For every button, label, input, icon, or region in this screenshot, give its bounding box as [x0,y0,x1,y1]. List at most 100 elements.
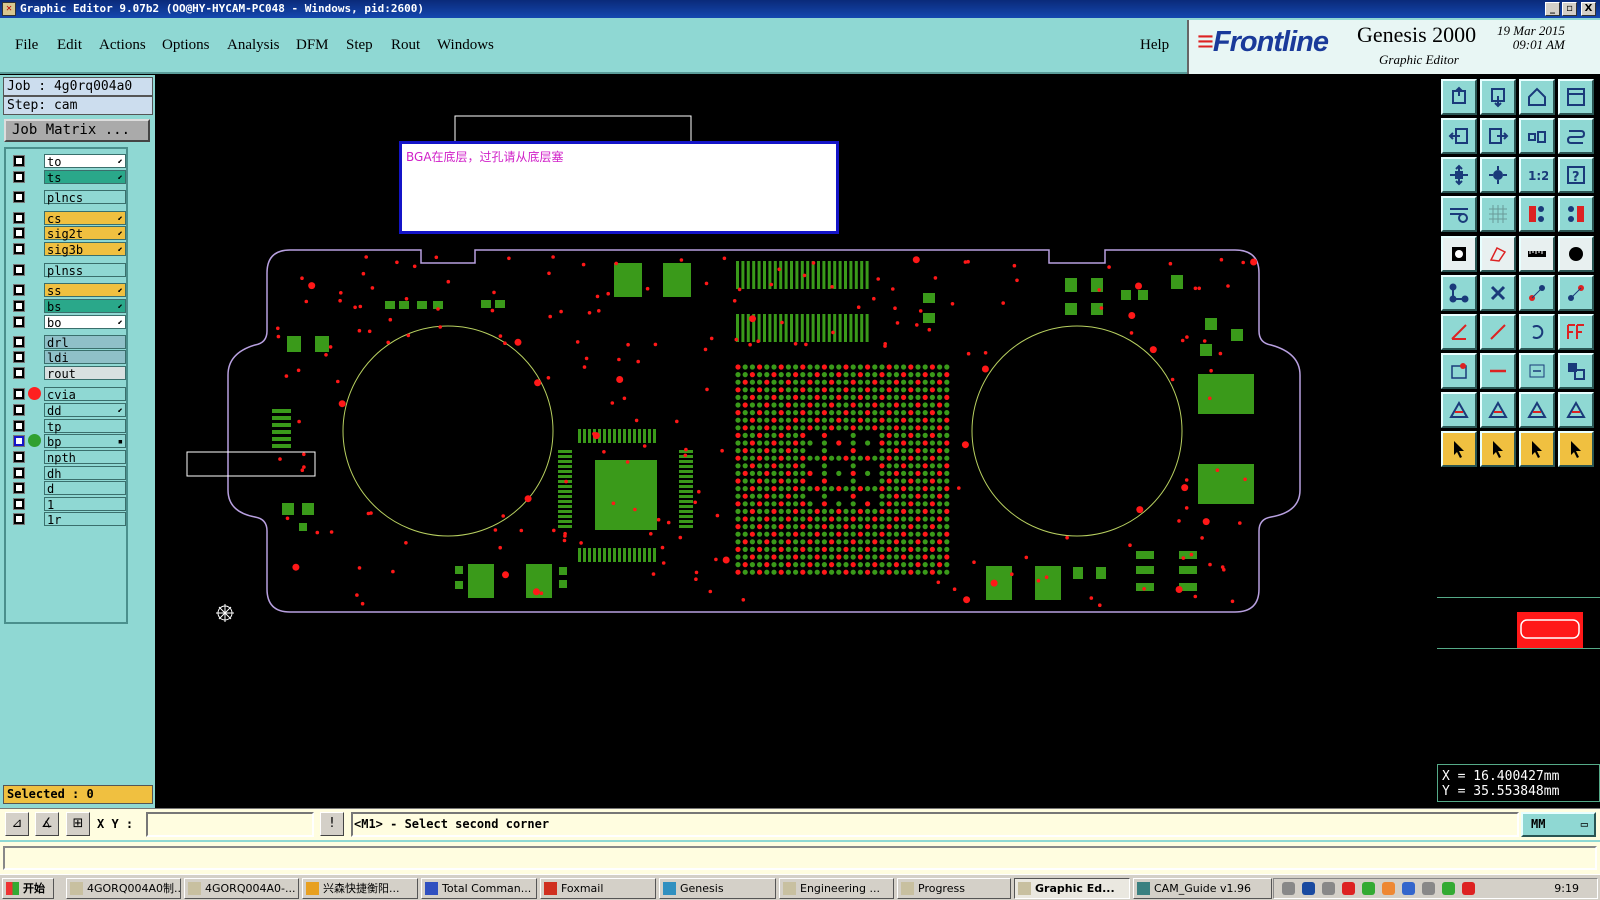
pointer-tool-button[interactable] [1441,431,1477,467]
tray-icon[interactable] [1462,882,1475,895]
line-tool-button[interactable] [1480,236,1516,272]
copy-tool-button[interactable] [1558,353,1594,389]
layer-checkbox[interactable] [13,243,25,255]
slash-tool-button[interactable] [1480,314,1516,350]
tray-icon[interactable] [1382,882,1395,895]
units-button[interactable]: MM ▭ [1521,812,1596,837]
ruler-tool-button[interactable] [1519,236,1555,272]
menu-edit[interactable]: Edit [57,37,82,54]
menu-analysis[interactable]: Analysis [227,37,280,54]
taskbar-item[interactable]: Graphic Ed... [1014,878,1130,899]
pointer-4-tool-button[interactable] [1558,431,1594,467]
menu-actions[interactable]: Actions [99,37,146,54]
angle-tool-button[interactable] [1441,314,1477,350]
pad-tool-button[interactable] [1441,236,1477,272]
redraw-tool-button[interactable] [1558,118,1594,154]
taskbar-item[interactable]: 兴森快捷衡阳... [302,878,418,899]
cross-tool-button[interactable] [1480,275,1516,311]
open-step-tool-button[interactable] [1441,79,1477,115]
angle-snap-icon[interactable]: ∡ [35,812,59,836]
grid-snap-icon[interactable]: ⊞ [66,812,90,836]
net-2-tool-button[interactable] [1558,196,1594,232]
home-tool-button[interactable] [1519,79,1555,115]
layer-checkbox[interactable] [13,227,25,239]
taskbar-item[interactable]: CAM_Guide v1.96 [1133,878,1272,899]
layer-row[interactable]: dh [8,466,128,481]
pointer-3-tool-button[interactable] [1519,431,1555,467]
layer-name[interactable]: bo ⬋ [44,315,126,330]
menu-help[interactable]: Help [1140,37,1169,54]
measure-tool-button[interactable] [1441,196,1477,232]
tray-icon[interactable] [1402,882,1415,895]
tray-icon[interactable] [1442,882,1455,895]
layer-row[interactable]: bp ▪ [8,434,128,449]
layer-row[interactable]: npth [8,450,128,465]
triangle-4-tool-button[interactable] [1558,392,1594,428]
taskbar-item[interactable]: Genesis [659,878,776,899]
layer-name[interactable]: 1r [44,512,126,527]
taskbar-item[interactable]: Foxmail [540,878,656,899]
menu-step[interactable]: Step [346,37,373,54]
taskbar-item[interactable]: Progress [897,878,1011,899]
layer-name[interactable]: cvia [44,387,126,402]
layer-row[interactable]: ss ⬋ [8,283,128,298]
layer-row[interactable]: tp [8,419,128,434]
window-tool-button[interactable] [1558,79,1594,115]
layer-checkbox[interactable] [13,351,25,363]
layer-checkbox[interactable] [13,482,25,494]
fit-tool-button[interactable] [1441,157,1477,193]
minimize-button[interactable]: _ [1545,2,1560,16]
layer-name[interactable]: ldi [44,350,126,365]
layer-checkbox[interactable] [13,435,25,447]
triangle-tool-button[interactable] [1441,392,1477,428]
taskbar-item[interactable]: Engineering ... [779,878,894,899]
layer-row[interactable]: plncs [8,190,128,205]
layer-checkbox[interactable] [13,300,25,312]
layer-name[interactable]: dh [44,466,126,481]
tray-icon[interactable] [1362,882,1375,895]
layer-row[interactable]: bs ⬋ [8,299,128,314]
layer-row[interactable]: plnss [8,263,128,278]
layer-checkbox[interactable] [13,498,25,510]
ratio-tool-button[interactable]: 1:2 [1519,157,1555,193]
layer-name[interactable]: cs ⬋ [44,211,126,226]
layer-row[interactable]: sig2t ⬋ [8,226,128,241]
swap-tool-button[interactable] [1519,118,1555,154]
menu-file[interactable]: File [15,37,38,54]
layer-row[interactable]: rout [8,366,128,381]
layer-row[interactable]: cvia [8,387,128,402]
center-tool-button[interactable] [1480,157,1516,193]
tray-icon[interactable] [1342,882,1355,895]
layer-checkbox[interactable] [13,212,25,224]
tray-icon[interactable] [1282,882,1295,895]
layer-checkbox[interactable] [13,367,25,379]
layer-row[interactable]: bo ⬋ [8,315,128,330]
layer-name[interactable]: bp ▪ [44,434,126,449]
layer-name[interactable]: 1 [44,497,126,512]
layer-checkbox[interactable] [13,155,25,167]
node-2-tool-button[interactable] [1558,275,1594,311]
pointer-2-tool-button[interactable] [1480,431,1516,467]
node-tool-button[interactable] [1519,275,1555,311]
close-button[interactable]: X [1581,2,1596,16]
layer-name[interactable]: plncs [44,190,126,205]
layer-name[interactable]: ts ⬋ [44,170,126,185]
ff-tool-button[interactable] [1558,314,1594,350]
xy-input[interactable] [146,812,314,837]
layer-name[interactable]: sig2t ⬋ [44,226,126,241]
resize-tool-button[interactable] [1519,353,1555,389]
triangle-2-tool-button[interactable] [1480,392,1516,428]
restore-button[interactable]: ▫ [1562,2,1577,16]
layer-row[interactable]: cs ⬋ [8,211,128,226]
zoom-right-tool-button[interactable] [1480,118,1516,154]
layer-row[interactable]: ldi [8,350,128,365]
layer-checkbox[interactable] [13,264,25,276]
overview-map[interactable] [1437,597,1600,649]
layer-row[interactable]: d [8,481,128,496]
taskbar-item[interactable]: Total Comman... [421,878,537,899]
layer-row[interactable]: dd ⬋ [8,403,128,418]
zoom-left-tool-button[interactable] [1441,118,1477,154]
tray-icon[interactable] [1302,882,1315,895]
minus-tool-button[interactable] [1480,353,1516,389]
layer-row[interactable]: sig3b ⬋ [8,242,128,257]
